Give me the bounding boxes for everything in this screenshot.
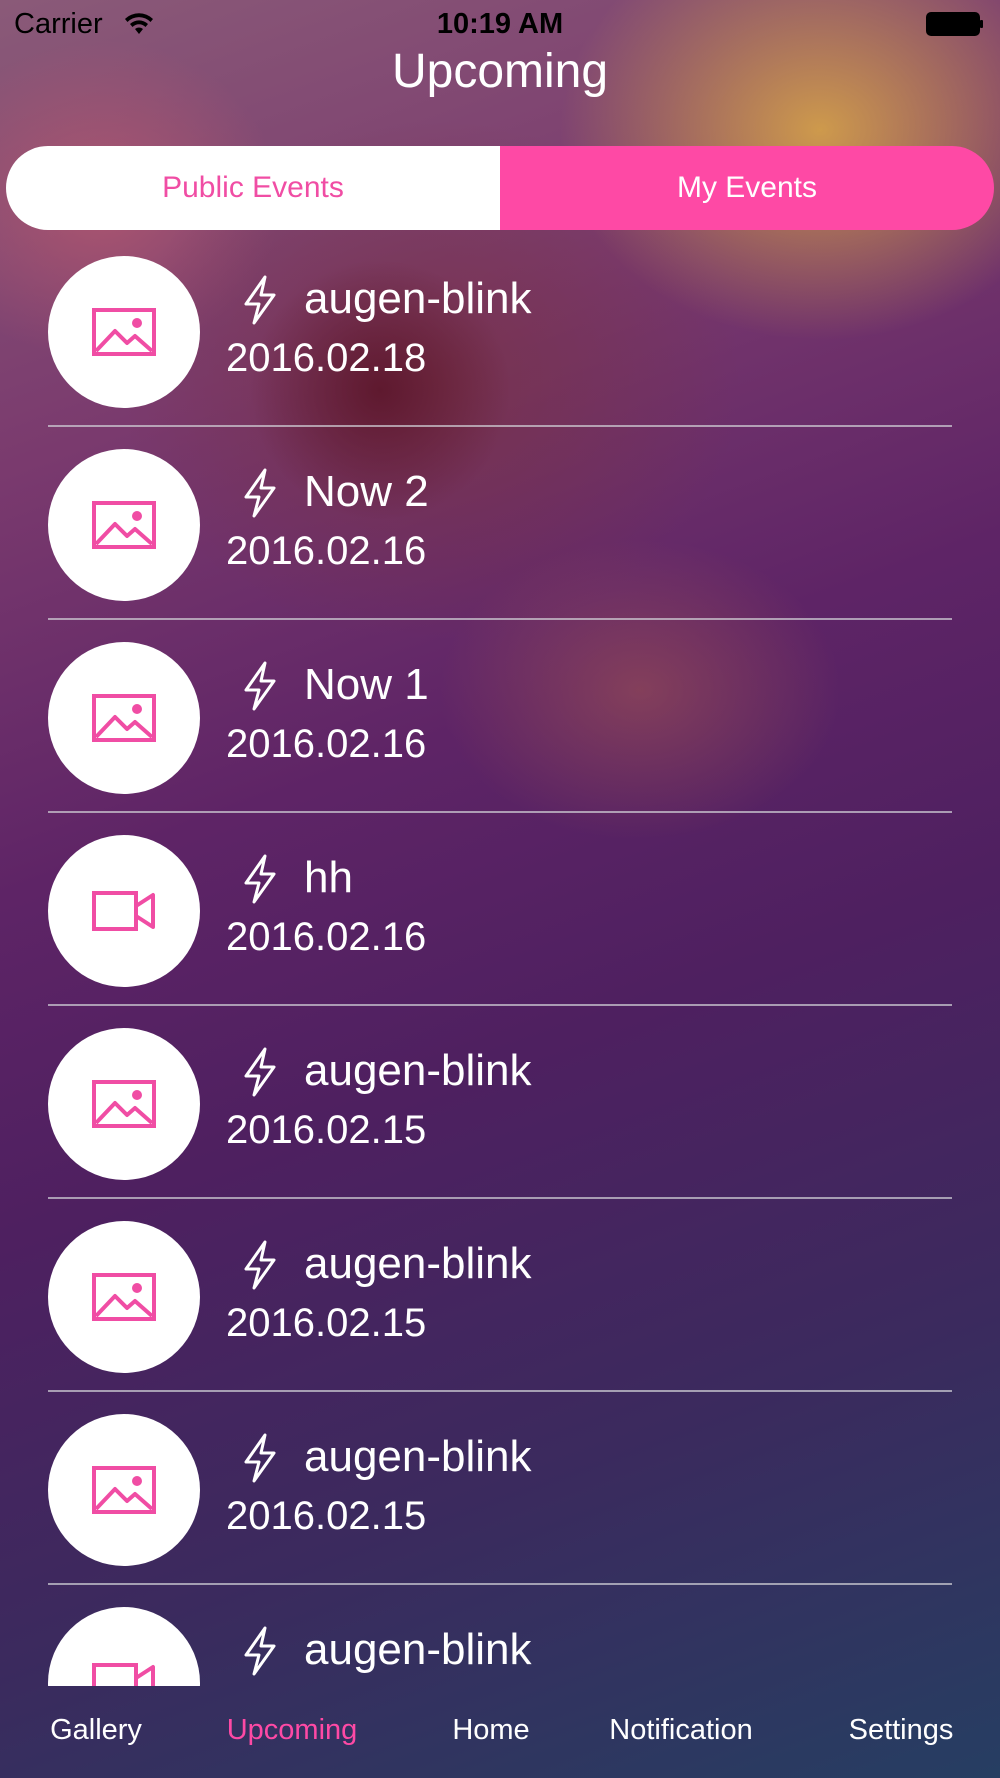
row-divider <box>48 1390 952 1392</box>
event-date: 2016.02.15 <box>226 1301 427 1345</box>
event-list[interactable]: augen-blink 2016.02.18 Now 2 2016.02.16 Now … <box>0 248 1000 1686</box>
event-title: augen-blink <box>304 1432 532 1481</box>
tab-gallery[interactable]: Gallery <box>50 1714 142 1747</box>
event-date: 2016.02.18 <box>226 336 427 380</box>
event-thumbnail <box>48 1221 200 1373</box>
row-divider <box>48 1197 952 1199</box>
image-icon <box>91 500 157 550</box>
events-segmented-control: Public Events My Events <box>6 146 994 230</box>
tab-home[interactable]: Home <box>452 1714 529 1747</box>
event-thumbnail <box>48 642 200 794</box>
event-thumbnail <box>48 1414 200 1566</box>
bolt-icon <box>240 1046 280 1098</box>
event-thumbnail <box>48 1607 200 1686</box>
event-row[interactable]: hh 2016.02.16 <box>0 827 1000 1020</box>
video-camera-icon <box>91 886 157 936</box>
image-icon <box>91 693 157 743</box>
bolt-icon <box>240 467 280 519</box>
bolt-icon <box>240 660 280 712</box>
tab-bar: Gallery Upcoming Home Notification Setti… <box>0 1686 1000 1778</box>
row-divider <box>48 1583 952 1585</box>
event-date: 2016.02.15 <box>226 1108 427 1152</box>
event-thumbnail <box>48 256 200 408</box>
event-row[interactable]: augen-blink 2016.02.18 <box>0 248 1000 441</box>
event-row[interactable]: Now 1 2016.02.16 <box>0 634 1000 827</box>
row-divider <box>48 811 952 813</box>
status-bar: Carrier 10:19 AM <box>0 0 1000 50</box>
event-date: 2016.02.16 <box>226 529 427 573</box>
page-title: Upcoming <box>391 45 609 98</box>
event-title: augen-blink <box>304 1046 532 1095</box>
event-row[interactable]: augen-blink 2016.02.15 <box>0 1406 1000 1599</box>
tab-settings[interactable]: Settings <box>849 1714 954 1747</box>
event-date: 2016.02.16 <box>226 915 427 959</box>
status-time: 10:19 AM <box>436 8 564 40</box>
tab-notification[interactable]: Notification <box>609 1714 752 1747</box>
bolt-icon <box>240 1625 280 1677</box>
image-icon <box>91 1465 157 1515</box>
event-date: 2016.02.15 <box>226 1494 427 1538</box>
event-row[interactable]: augen-blink 2016.02.15 <box>0 1020 1000 1213</box>
event-title: Now 2 <box>304 467 429 516</box>
bolt-icon <box>240 853 280 905</box>
event-thumbnail <box>48 835 200 987</box>
image-icon <box>91 1079 157 1129</box>
event-title: Now 1 <box>304 660 429 709</box>
event-thumbnail <box>48 1028 200 1180</box>
event-thumbnail <box>48 449 200 601</box>
row-divider <box>48 618 952 620</box>
event-title: augen-blink <box>304 1239 532 1288</box>
video-camera-icon <box>91 1658 157 1686</box>
segment-my-events[interactable]: My Events <box>500 146 994 230</box>
tab-upcoming[interactable]: Upcoming <box>227 1714 358 1747</box>
event-date: 2016.02.16 <box>226 722 427 766</box>
event-title: hh <box>304 853 353 902</box>
image-icon <box>91 307 157 357</box>
event-title: augen-blink <box>304 1625 532 1674</box>
battery-icon <box>926 12 983 36</box>
row-divider <box>48 1004 952 1006</box>
row-divider <box>48 425 952 427</box>
bolt-icon <box>240 1239 280 1291</box>
segment-public-events[interactable]: Public Events <box>6 146 500 230</box>
event-title: augen-blink <box>304 274 532 323</box>
bolt-icon <box>240 274 280 326</box>
image-icon <box>91 1272 157 1322</box>
bolt-icon <box>240 1432 280 1484</box>
event-row[interactable]: Now 2 2016.02.16 <box>0 441 1000 634</box>
event-row[interactable]: augen-blink 2016.02.15 <box>0 1213 1000 1406</box>
event-row[interactable]: augen-blink <box>0 1599 1000 1686</box>
